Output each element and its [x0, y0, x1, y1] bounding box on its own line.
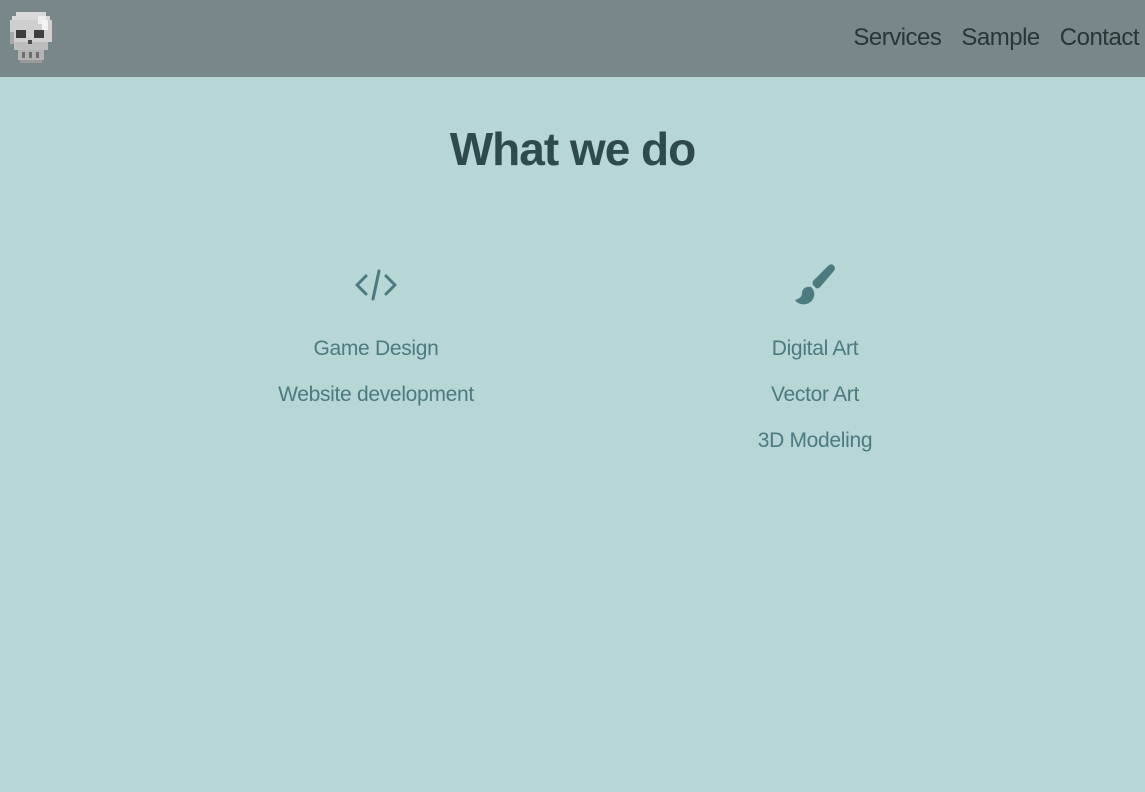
- service-item-digital-art: Digital Art: [771, 337, 859, 360]
- service-column-art: Digital Art Vector Art 3D Modeling: [650, 262, 980, 464]
- service-item-vector-art: Vector Art: [770, 383, 860, 406]
- code-icon: [355, 269, 397, 301]
- service-list: Digital Art Vector Art 3D Modeling: [650, 326, 980, 464]
- service-item-website-development: Website development: [278, 383, 474, 406]
- top-navbar: Services Sample Contact: [0, 0, 1145, 77]
- service-list: Game Design Website development: [211, 326, 541, 418]
- main-nav: Services Sample Contact: [853, 22, 1139, 54]
- service-item-3d-modeling: 3D Modeling: [757, 429, 873, 452]
- page-title: What we do: [449, 123, 697, 175]
- skull-icon[interactable]: [8, 10, 54, 64]
- paintbrush-icon: [795, 264, 835, 305]
- nav-link-contact[interactable]: Contact: [1060, 22, 1140, 54]
- service-column-code: Game Design Website development: [211, 262, 541, 418]
- nav-link-services[interactable]: Services: [853, 22, 942, 54]
- nav-link-sample[interactable]: Sample: [961, 22, 1040, 54]
- service-item-game-design: Game Design: [313, 337, 439, 360]
